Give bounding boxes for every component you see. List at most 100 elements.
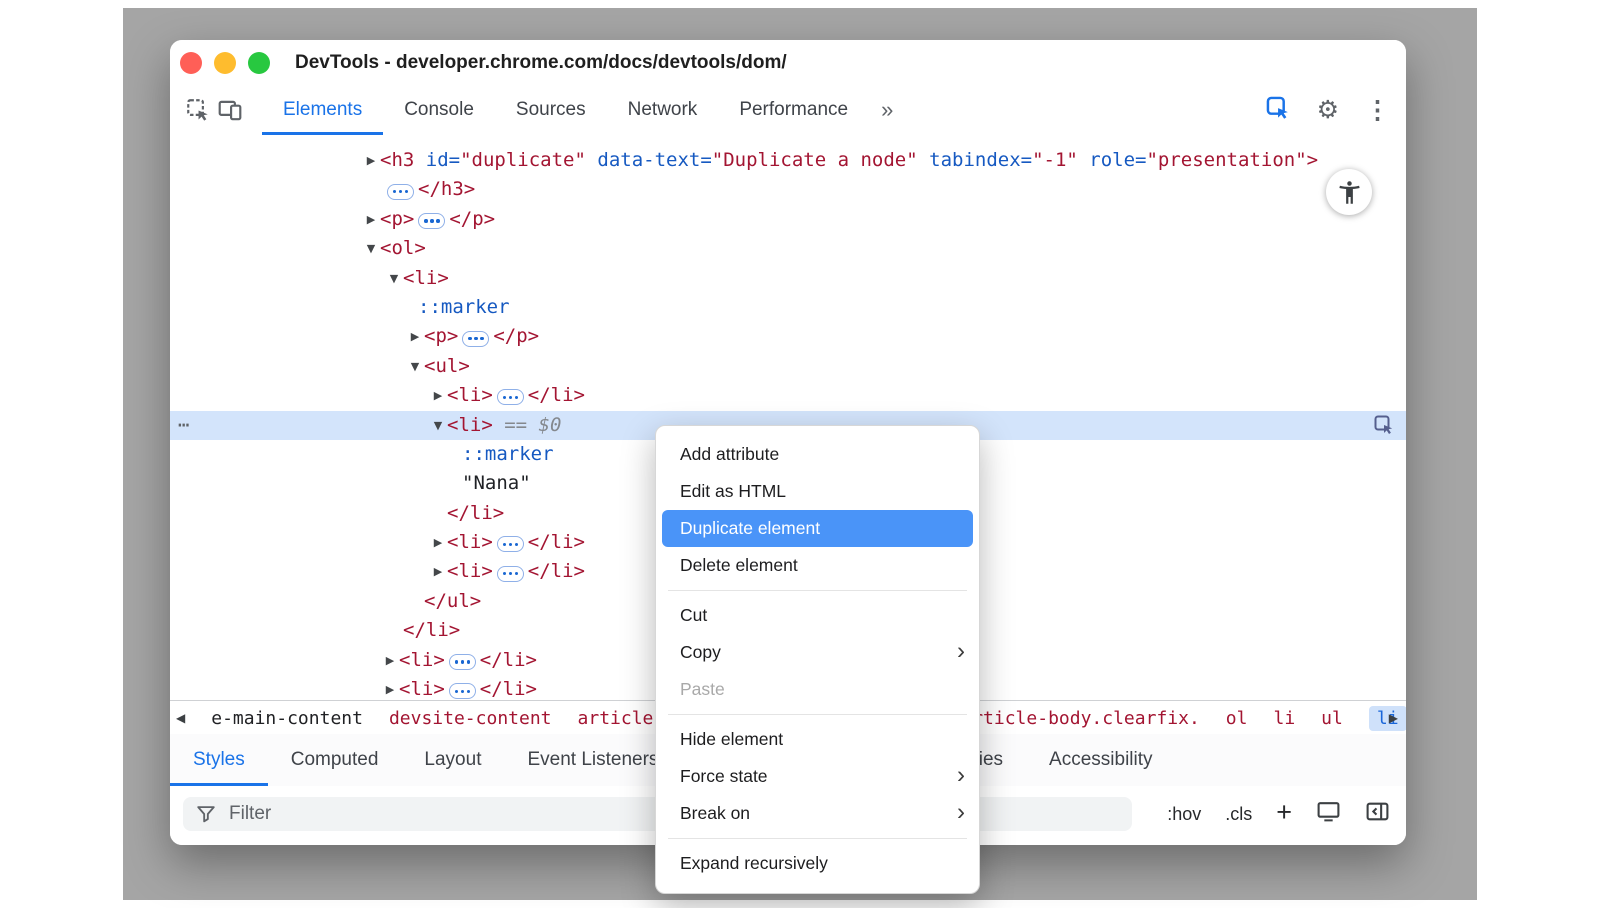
tab-elements[interactable]: Elements	[262, 85, 383, 135]
disclosure-right-icon[interactable]: ▶	[429, 557, 447, 586]
disclosure-down-icon[interactable]: ▼	[429, 411, 447, 440]
inline-expand-icon[interactable]	[497, 536, 524, 552]
code-token-attr: data-text=	[586, 149, 712, 171]
close-window-button[interactable]	[180, 52, 202, 74]
settings-gear-icon[interactable]: ⚙	[1317, 98, 1339, 123]
breadcrumb-item-article-body-clearfix[interactable]: article-body.clearfix.	[961, 708, 1199, 729]
inline-expand-icon[interactable]	[462, 331, 489, 347]
inline-expand-icon[interactable]	[387, 184, 414, 200]
dom-tree-row[interactable]: ::marker	[170, 293, 1406, 322]
crumb-scroll-right-icon[interactable]: ▶	[1389, 711, 1398, 725]
menu-item-collapse-children[interactable]: Collapse children	[656, 882, 979, 894]
code-token-tag: <li>	[447, 531, 493, 553]
code-token-dollar: $0	[539, 414, 562, 436]
menu-item-edit-as-html[interactable]: Edit as HTML	[656, 473, 979, 510]
tab-sources[interactable]: Sources	[495, 85, 607, 135]
menu-item-paste[interactable]: Paste	[656, 671, 979, 708]
menu-item-expand-recursively[interactable]: Expand recursively	[656, 845, 979, 882]
code-token-val: "presentation"	[1146, 149, 1306, 171]
dom-tree-row[interactable]: ▶<p></p>	[170, 322, 1406, 351]
menu-item-label: Edit as HTML	[680, 481, 786, 502]
screenshot-stage: DevTools - developer.chrome.com/docs/dev…	[0, 0, 1600, 908]
toggle-sidebar-icon[interactable]	[1365, 799, 1390, 829]
styles-tab-computed[interactable]: Computed	[268, 734, 402, 786]
breadcrumb-item-ol[interactable]: ol	[1226, 708, 1248, 729]
crumb-scroll-left-icon[interactable]: ◀	[176, 711, 185, 725]
menu-item-label: Expand recursively	[680, 853, 828, 874]
dom-tree-row[interactable]: ▶<p></p>	[170, 205, 1406, 234]
dom-tree-row[interactable]: ▶<h3 id="duplicate" data-text="Duplicate…	[170, 146, 1406, 175]
styles-tab-styles[interactable]: Styles	[170, 734, 268, 786]
zoom-window-button[interactable]	[248, 52, 270, 74]
breadcrumb-item-li[interactable]: li	[1273, 708, 1295, 729]
code-token-val: "Duplicate a node"	[712, 149, 918, 171]
inline-expand-icon[interactable]	[497, 566, 524, 582]
toggle-hover-state-button[interactable]: :hov	[1167, 804, 1201, 825]
code-token-tag: <li>	[399, 649, 445, 671]
code-token-hint: ==	[493, 414, 539, 436]
breadcrumb-item-li[interactable]: li	[1369, 706, 1406, 731]
accessibility-person-icon	[1336, 179, 1363, 206]
code-token-tag: </li>	[528, 560, 585, 582]
inspect-element-icon[interactable]	[182, 92, 214, 128]
disclosure-right-icon[interactable]: ▶	[381, 646, 399, 675]
menu-item-cut[interactable]: Cut	[656, 597, 979, 634]
kebab-menu-icon[interactable]: ⋮	[1365, 98, 1390, 123]
menu-item-label: Paste	[680, 679, 725, 700]
minimize-window-button[interactable]	[214, 52, 236, 74]
breadcrumb-item-ul[interactable]: ul	[1321, 708, 1343, 729]
disclosure-down-icon[interactable]: ▼	[406, 352, 424, 381]
breadcrumb-item-e-main-content[interactable]: e-main-content	[211, 708, 363, 729]
tab-network[interactable]: Network	[607, 85, 719, 135]
menu-item-label: Hide element	[680, 729, 783, 750]
inline-expand-icon[interactable]	[497, 389, 524, 405]
code-token-tag: </h3>	[418, 178, 475, 200]
menu-item-add-attribute[interactable]: Add attribute	[656, 436, 979, 473]
menu-item-delete-element[interactable]: Delete element	[656, 547, 979, 584]
code-token-tag: </p>	[493, 325, 539, 347]
dom-tree-row[interactable]: ▶<li></li>	[170, 381, 1406, 410]
device-toolbar-icon[interactable]	[214, 92, 246, 128]
menu-item-copy[interactable]: Copy›	[656, 634, 979, 671]
menu-item-hide-element[interactable]: Hide element	[656, 721, 979, 758]
disclosure-down-icon[interactable]: ▼	[385, 264, 403, 293]
row-overflow-dots-icon[interactable]: ⋯	[178, 411, 189, 440]
disclosure-right-icon[interactable]: ▶	[381, 675, 399, 700]
styles-tab-accessibility[interactable]: Accessibility	[1026, 734, 1175, 786]
tab-console[interactable]: Console	[383, 85, 495, 135]
styles-tab-layout[interactable]: Layout	[401, 734, 504, 786]
disclosure-right-icon[interactable]: ▶	[429, 528, 447, 557]
code-token-tag: <li>	[447, 560, 493, 582]
breadcrumb-item-devsite-content[interactable]: devsite-content	[389, 708, 552, 729]
menu-item-label: Duplicate element	[680, 518, 820, 539]
menu-item-force-state[interactable]: Force state›	[656, 758, 979, 795]
inline-expand-icon[interactable]	[449, 654, 476, 670]
new-style-rule-button[interactable]: +	[1276, 797, 1292, 828]
inline-expand-icon[interactable]	[418, 213, 445, 229]
accessibility-floating-button[interactable]	[1326, 169, 1372, 215]
toggle-class-button[interactable]: .cls	[1225, 804, 1252, 825]
code-token-tag: <ul>	[424, 355, 470, 377]
menu-item-duplicate-element[interactable]: Duplicate element	[662, 510, 973, 547]
disclosure-down-icon[interactable]: ▼	[362, 234, 380, 263]
dom-tree-row[interactable]: </h3>	[170, 175, 1406, 204]
tab-performance[interactable]: Performance	[718, 85, 869, 135]
inline-expand-icon[interactable]	[449, 683, 476, 699]
disclosure-right-icon[interactable]: ▶	[362, 205, 380, 234]
code-token-tag: <ol>	[380, 237, 426, 259]
dom-tree-row[interactable]: ▼<ol>	[170, 234, 1406, 263]
disclosure-right-icon[interactable]: ▶	[429, 381, 447, 410]
more-panels-icon[interactable]: »	[869, 97, 905, 123]
dom-tree-row[interactable]: ▼<li>	[170, 264, 1406, 293]
disclosure-right-icon[interactable]: ▶	[362, 146, 380, 175]
menu-item-break-on[interactable]: Break on›	[656, 795, 979, 832]
code-token-tag: </li>	[447, 502, 504, 524]
filter-placeholder: Filter	[229, 803, 271, 825]
code-token-tag: </ul>	[424, 590, 481, 612]
disclosure-right-icon[interactable]: ▶	[406, 322, 424, 351]
code-token-pseudo: ::marker	[462, 443, 554, 465]
box-cursor-blue-icon[interactable]	[1264, 94, 1291, 126]
breadcrumb-item-article[interactable]: article	[578, 708, 654, 729]
monitor-icon[interactable]	[1316, 799, 1341, 829]
dom-tree-row[interactable]: ▼<ul>	[170, 352, 1406, 381]
